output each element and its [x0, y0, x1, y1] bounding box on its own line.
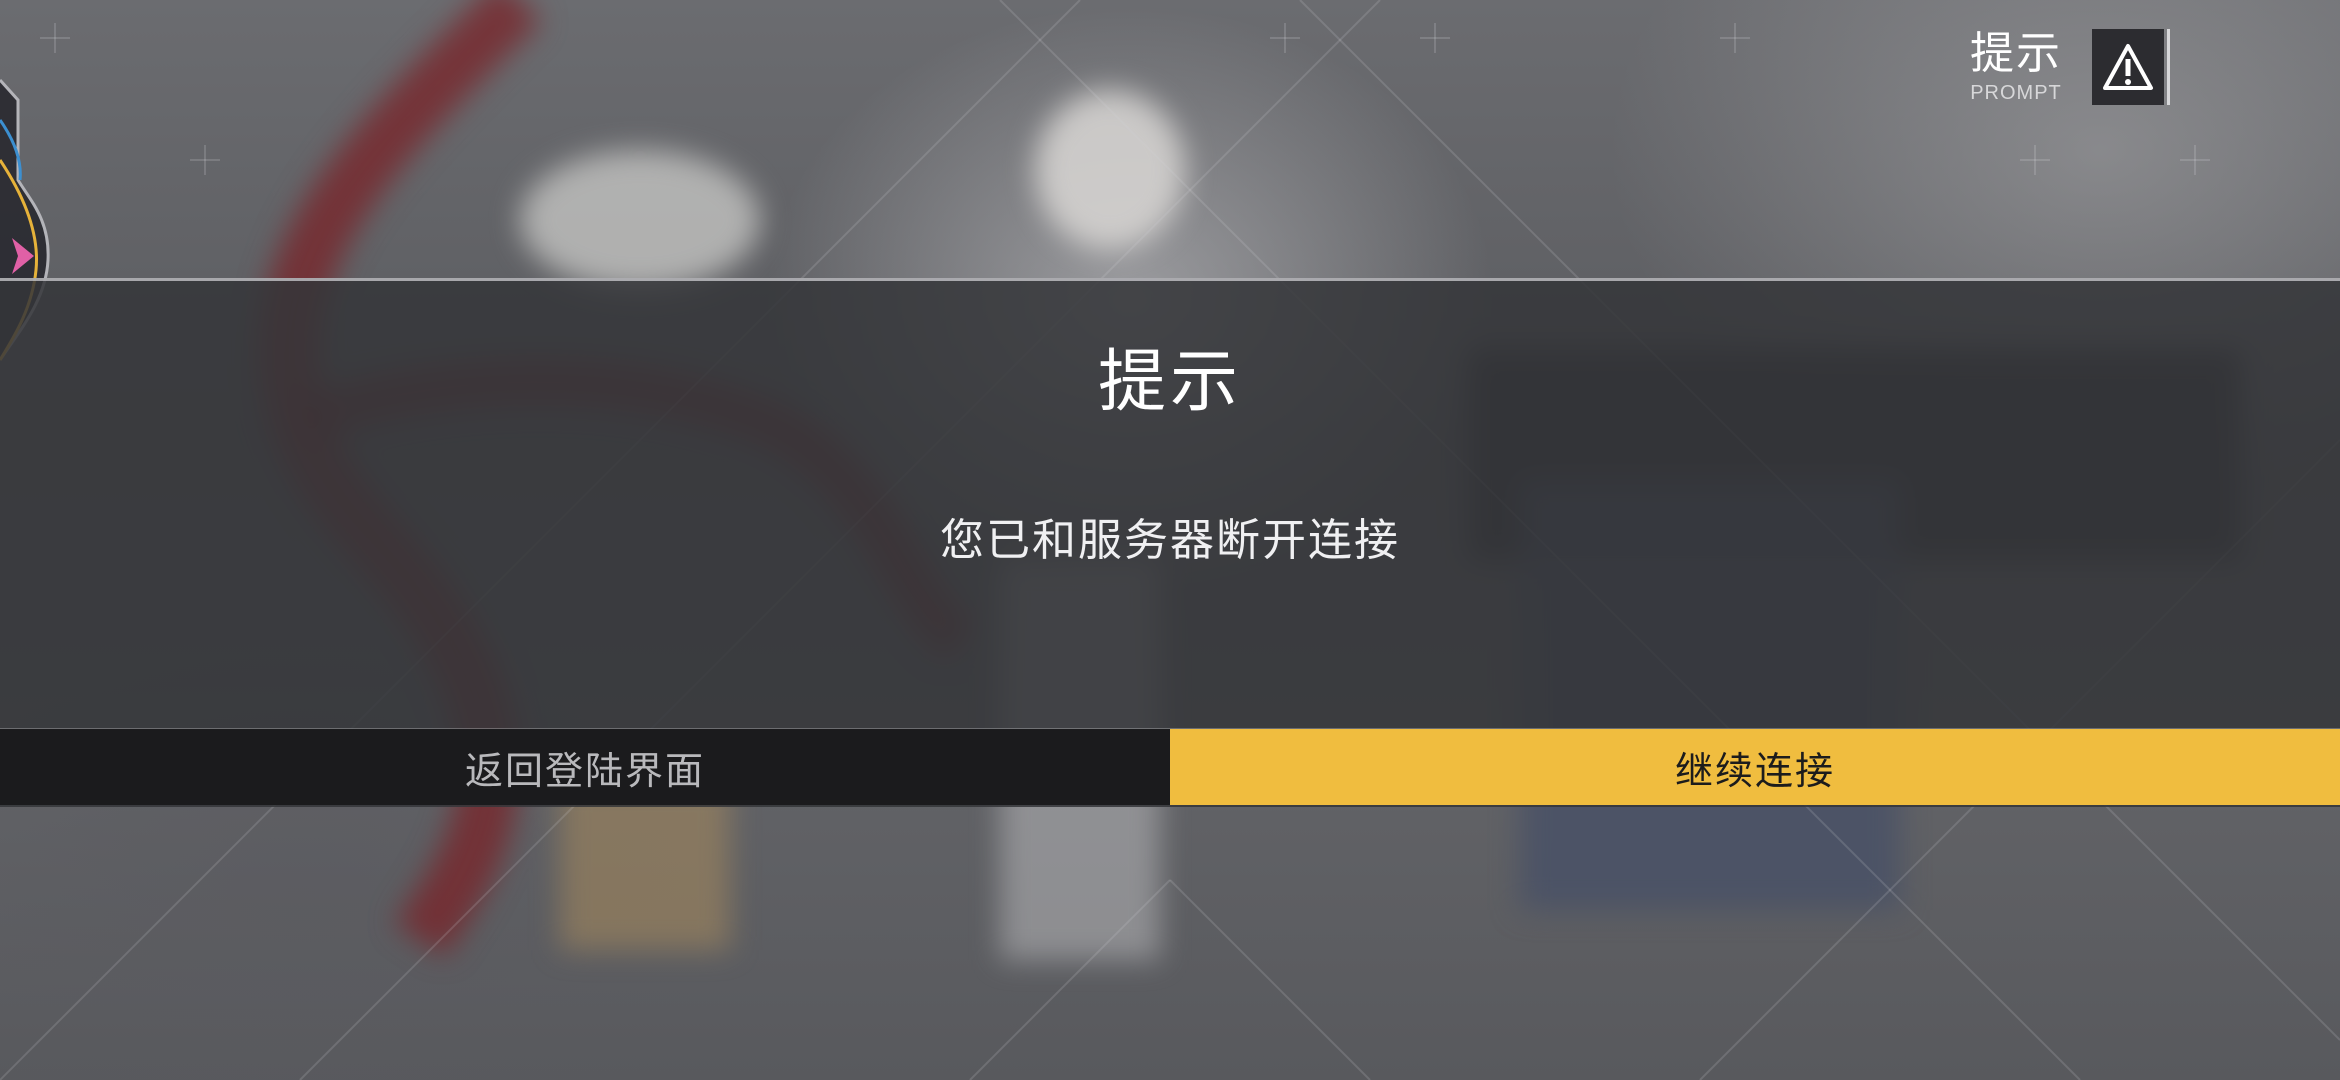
return-to-login-button[interactable]: 返回登陆界面 — [0, 729, 1170, 805]
prompt-header: 提示 PROMPT — [1970, 28, 2170, 105]
disconnect-dialog: 提示 您已和服务器断开连接 返回登陆界面 继续连接 — [0, 278, 2340, 807]
warning-badge — [2092, 28, 2170, 105]
dialog-title: 提示 — [1097, 343, 1242, 422]
continue-connecting-button[interactable]: 继续连接 — [1170, 729, 2340, 805]
prompt-header-subtitle: PROMPT — [1970, 82, 2062, 104]
prompt-header-title: 提示 — [1970, 28, 2062, 79]
dialog-button-row: 返回登陆界面 继续连接 — [0, 728, 2340, 805]
prompt-header-titles: 提示 PROMPT — [1970, 28, 2062, 105]
warning-icon — [2103, 43, 2153, 90]
game-screen: 提示 PROMPT 提示 您已和服务器断开连接 返回登陆界面 继续连接 — [0, 0, 2340, 1080]
dialog-message: 您已和服务器断开连接 — [940, 515, 1400, 566]
header-divider — [2167, 28, 2170, 105]
